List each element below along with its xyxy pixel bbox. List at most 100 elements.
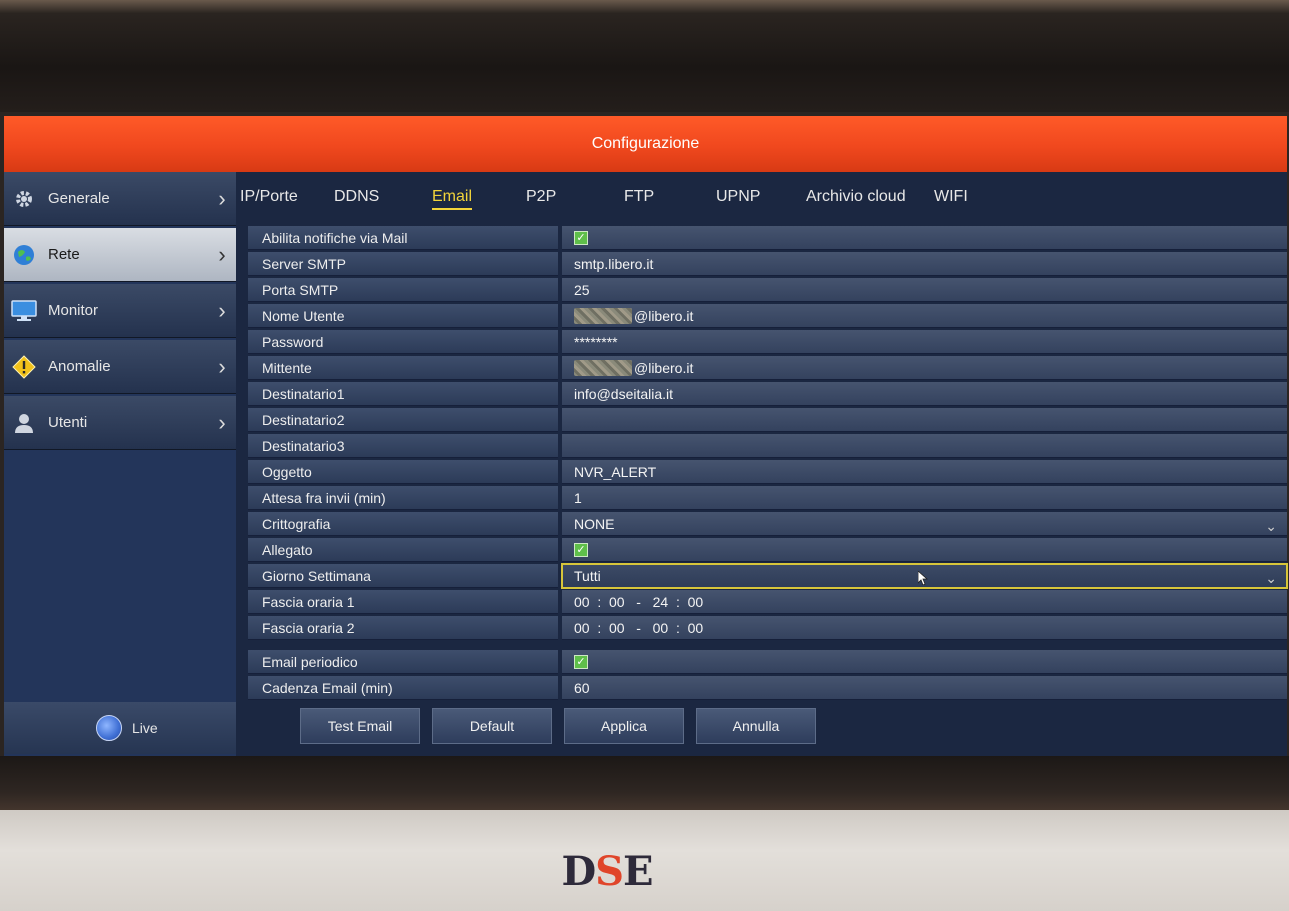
username-input[interactable]: @libero.it: [562, 304, 1287, 328]
email-settings-panel: IP/Porte DDNS Email P2P FTP UPNP Archivi…: [236, 172, 1288, 760]
sidebar-item-label: Rete: [48, 246, 80, 263]
sidebar-item-monitor[interactable]: Monitor ›: [4, 284, 236, 338]
field-label: Server SMTP: [248, 252, 558, 276]
monitor-lower-frame: [0, 756, 1289, 816]
row-password: Password ********: [248, 330, 1287, 354]
row-email-frequency: Cadenza Email (min) 60: [248, 676, 1287, 700]
monitor-icon: [10, 297, 38, 325]
sidebar-item-generale[interactable]: Generale ›: [4, 172, 236, 226]
encryption-select[interactable]: NONE ⌄: [562, 512, 1287, 536]
field-label: Cadenza Email (min): [248, 676, 558, 700]
row-encryption: Crittografia NONE ⌄: [248, 512, 1287, 536]
weekday-value: Tutti: [574, 567, 601, 584]
chevron-right-icon: ›: [218, 353, 226, 379]
default-button[interactable]: Default: [432, 708, 552, 744]
field-label: Oggetto: [248, 460, 558, 484]
enable-mail-field: ✓: [562, 226, 1287, 250]
monitor-top-bezel: [0, 0, 1289, 112]
field-label: Password: [248, 330, 558, 354]
field-label: Porta SMTP: [248, 278, 558, 302]
sidebar-item-label: Generale: [48, 190, 110, 207]
apply-button[interactable]: Applica: [564, 708, 684, 744]
mouse-cursor-icon: [917, 568, 929, 592]
redacted-text: [574, 359, 632, 376]
periodic-email-checkbox[interactable]: ✓: [574, 654, 588, 669]
recipient3-input[interactable]: [562, 434, 1287, 458]
field-label: Attesa fra invii (min): [248, 486, 558, 510]
row-recipient3: Destinatario3: [248, 434, 1287, 458]
field-label: Email periodico: [248, 650, 558, 674]
field-label: Mittente: [248, 356, 558, 380]
cancel-button[interactable]: Annulla: [696, 708, 816, 744]
row-recipient1: Destinatario1 info@dseitalia.it: [248, 382, 1287, 406]
tab-ip-porte[interactable]: IP/Porte: [240, 188, 298, 206]
sidebar-item-label: Anomalie: [48, 358, 111, 375]
tab-wifi[interactable]: WIFI: [934, 188, 968, 206]
row-attachment: Allegato ✓: [248, 538, 1287, 562]
recipient2-input[interactable]: [562, 408, 1287, 432]
sidebar-item-utenti[interactable]: Utenti ›: [4, 396, 236, 450]
test-email-button[interactable]: Test Email: [300, 708, 420, 744]
dse-logo: DSE: [561, 848, 653, 895]
field-label: Destinatario2: [248, 408, 558, 432]
sender-input[interactable]: @libero.it: [562, 356, 1287, 380]
row-weekday: Giorno Settimana Tutti ⌄: [248, 563, 1288, 589]
recipient1-input[interactable]: info@dseitalia.it: [562, 382, 1287, 406]
chevron-right-icon: ›: [218, 241, 226, 267]
periodic-email-field: ✓: [562, 650, 1287, 674]
gear-icon: [10, 185, 38, 213]
live-icon: [96, 715, 122, 741]
chevron-right-icon: ›: [218, 409, 226, 435]
field-label: Crittografia: [248, 512, 558, 536]
user-icon: [10, 409, 38, 437]
time-slot1-input[interactable]: 00 : 00 - 24 : 00: [562, 590, 1287, 614]
chevron-down-icon: ⌄: [1265, 518, 1277, 534]
row-subject: Oggetto NVR_ALERT: [248, 460, 1287, 484]
chevron-down-icon: ⌄: [1265, 570, 1277, 586]
sidebar: Generale › Rete › Monitor › Anomalie › U…: [4, 172, 286, 760]
username-value: @libero.it: [634, 307, 694, 324]
row-smtp-port: Porta SMTP 25: [248, 278, 1287, 302]
encryption-value: NONE: [574, 515, 615, 532]
row-time-slot2: Fascia oraria 2 00 : 00 - 00 : 00: [248, 616, 1287, 640]
field-label: Destinatario1: [248, 382, 558, 406]
tab-ddns[interactable]: DDNS: [334, 188, 379, 206]
redacted-text: [574, 307, 632, 324]
field-label: Fascia oraria 2: [248, 616, 558, 640]
tab-email[interactable]: Email: [432, 188, 473, 210]
email-frequency-input[interactable]: 60: [562, 676, 1287, 700]
tab-bar: IP/Porte DDNS Email P2P FTP UPNP Archivi…: [236, 172, 1287, 226]
attachment-checkbox[interactable]: ✓: [574, 542, 588, 557]
sidebar-item-label: Monitor: [48, 302, 99, 319]
row-periodic-email: Email periodico ✓: [248, 650, 1287, 674]
chevron-right-icon: ›: [218, 297, 226, 323]
chevron-right-icon: ›: [218, 185, 226, 211]
field-label: Allegato: [248, 538, 558, 562]
tab-p2p[interactable]: P2P: [526, 188, 556, 206]
field-label: Abilita notifiche via Mail: [248, 226, 558, 250]
tab-archivio-cloud[interactable]: Archivio cloud: [806, 188, 906, 206]
subject-input[interactable]: NVR_ALERT: [562, 460, 1287, 484]
row-username: Nome Utente @libero.it: [248, 304, 1287, 328]
sidebar-item-rete[interactable]: Rete ›: [4, 228, 236, 282]
sidebar-item-anomalie[interactable]: Anomalie ›: [4, 340, 236, 394]
time-slot2-input[interactable]: 00 : 00 - 00 : 00: [562, 616, 1287, 640]
window-title: Configurazione: [4, 116, 1287, 172]
field-label: Giorno Settimana: [248, 564, 558, 588]
tab-ftp[interactable]: FTP: [624, 188, 654, 206]
tab-upnp[interactable]: UPNP: [716, 188, 760, 206]
row-wait-interval: Attesa fra invii (min) 1: [248, 486, 1287, 510]
wait-interval-input[interactable]: 1: [562, 486, 1287, 510]
globe-icon: [10, 241, 38, 269]
warning-icon: [10, 353, 38, 381]
password-input[interactable]: ********: [562, 330, 1287, 354]
smtp-port-input[interactable]: 25: [562, 278, 1287, 302]
row-recipient2: Destinatario2: [248, 408, 1287, 432]
time-slot2-value: 00 : 00 - 00 : 00: [574, 619, 704, 636]
field-label: Nome Utente: [248, 304, 558, 328]
smtp-server-input[interactable]: smtp.libero.it: [562, 252, 1287, 276]
time-slot1-value: 00 : 00 - 24 : 00: [574, 593, 704, 610]
row-sender: Mittente @libero.it: [248, 356, 1287, 380]
enable-mail-checkbox[interactable]: ✓: [574, 230, 588, 245]
weekday-select[interactable]: Tutti ⌄: [561, 563, 1288, 589]
